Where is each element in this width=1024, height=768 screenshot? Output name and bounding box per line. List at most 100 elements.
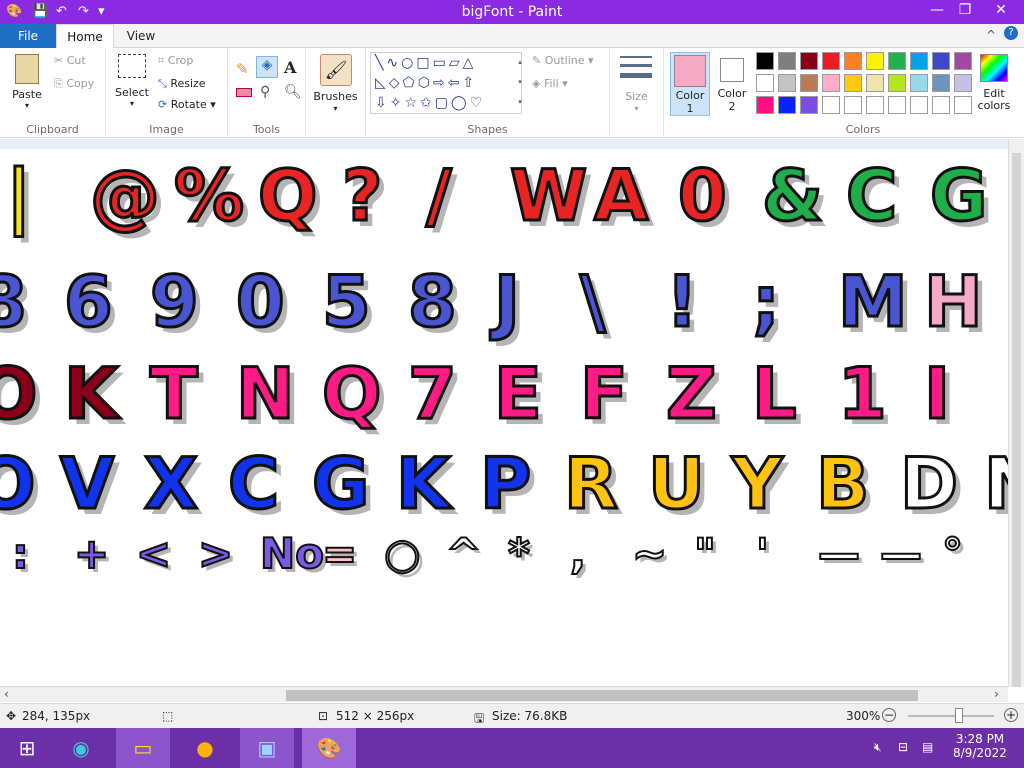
volume-muted-icon[interactable]: 🔇︎ <box>874 740 882 755</box>
palette-swatch[interactable] <box>954 74 972 92</box>
palette-swatch[interactable] <box>866 52 884 70</box>
size-label: Size <box>625 90 648 103</box>
palette-swatch[interactable] <box>778 96 796 114</box>
restore-button[interactable]: ❐ <box>950 0 980 20</box>
copy-button[interactable]: ⎘ Copy <box>54 77 94 91</box>
palette-swatch[interactable] <box>910 74 928 92</box>
palette-swatch[interactable] <box>800 74 818 92</box>
scroll-left-icon[interactable]: ‹ <box>4 687 9 701</box>
palette-swatch[interactable] <box>844 96 862 114</box>
font-glyph: I <box>922 353 951 435</box>
font-glyph: T <box>149 353 200 435</box>
rotate-icon: ⟳ <box>158 98 168 111</box>
zoom-slider-thumb[interactable] <box>955 708 963 723</box>
scroll-right-icon[interactable]: › <box>994 687 999 701</box>
cursor-position: 284, 135px <box>22 709 91 723</box>
cut-button[interactable]: ✂ Cut <box>54 54 86 67</box>
brushes-group[interactable]: 🖌 Brushes ▾ <box>306 48 366 138</box>
palette-swatch[interactable] <box>800 96 818 114</box>
palette-swatch[interactable] <box>778 52 796 70</box>
rotate-button[interactable]: ⟳ Rotate ▾ <box>158 98 216 111</box>
palette-swatch[interactable] <box>756 74 774 92</box>
tab-home[interactable]: Home <box>56 24 114 48</box>
paste-button[interactable]: Paste ▾ <box>8 54 46 114</box>
font-glyph: D <box>898 443 959 525</box>
palette-swatch[interactable] <box>844 52 862 70</box>
outline-button[interactable]: ✎ Outline ▾ <box>532 54 594 67</box>
palette-swatch[interactable] <box>844 74 862 92</box>
crop-button[interactable]: ⌗ Crop <box>158 54 193 68</box>
color-picker-icon[interactable]: ⚲ <box>260 84 270 100</box>
drawing-canvas[interactable]: |@%Q?/WA0&CG869058J\!;MH4UOKTNQ7EFZL1ISO… <box>0 149 1024 687</box>
palette-swatch[interactable] <box>756 52 774 70</box>
taskbar-paint[interactable]: 🎨 <box>302 728 356 768</box>
tab-file[interactable]: File <box>0 24 56 48</box>
text-tool-icon[interactable]: A <box>284 58 296 77</box>
clipboard-group-label: Clipboard <box>26 123 79 136</box>
palette-swatch[interactable] <box>822 96 840 114</box>
font-glyph: V <box>58 443 115 525</box>
select-button[interactable]: Select ▾ <box>114 54 150 114</box>
crop-label: Crop <box>167 54 194 67</box>
palette-swatch[interactable] <box>932 74 950 92</box>
palette-swatch[interactable] <box>822 74 840 92</box>
palette-swatch[interactable] <box>954 52 972 70</box>
palette-swatch[interactable] <box>888 74 906 92</box>
help-icon[interactable]: ? <box>1004 26 1018 40</box>
taskbar-control-panel[interactable]: ▣ <box>240 728 294 768</box>
palette-swatch[interactable] <box>910 52 928 70</box>
font-glyph: > <box>197 529 234 578</box>
file-size-icon: 🖫 <box>474 711 485 725</box>
edit-colors-button[interactable]: Edit colors <box>974 52 1014 116</box>
palette-swatch[interactable] <box>910 96 928 114</box>
pencil-icon[interactable]: ✎ <box>236 60 249 78</box>
vertical-scrollbar[interactable] <box>1008 139 1024 687</box>
palette-swatch[interactable] <box>954 96 972 114</box>
color1-button[interactable]: Color 1 <box>670 52 710 116</box>
size-group[interactable]: Size ▾ <box>610 48 664 138</box>
clock[interactable]: 3:28 PM 8/9/2022 <box>948 732 1012 760</box>
palette-swatch[interactable] <box>800 52 818 70</box>
shapes-scroll[interactable]: ▴ ▾ ▾ <box>516 52 524 114</box>
size-line-3 <box>620 73 652 78</box>
shapes-gallery[interactable]: ╲∿○□▭▱△ ◺◇⬠⬡⇨⇦⇧ ⇩✧☆✩▢◯♡ <box>370 52 522 114</box>
magnifier-icon[interactable]: 🔍︎ <box>284 84 302 100</box>
horizontal-scroll-thumb[interactable] <box>286 690 918 701</box>
taskbar-chrome-canary[interactable]: ● <box>178 728 232 768</box>
brush-icon: 🖌 <box>320 54 352 86</box>
resize-button[interactable]: ⤡ Resize <box>158 77 206 91</box>
close-button[interactable]: ✕ <box>978 0 1024 20</box>
font-glyph: * <box>507 529 531 578</box>
eraser-icon[interactable] <box>236 88 252 97</box>
palette-swatch[interactable] <box>888 96 906 114</box>
palette-swatch[interactable] <box>866 96 884 114</box>
action-center-icon[interactable]: ▤ <box>922 740 933 754</box>
color2-button[interactable]: Color 2 <box>712 52 752 116</box>
palette-swatch[interactable] <box>932 52 950 70</box>
fill-button[interactable]: ◈ Fill ▾ <box>532 77 568 90</box>
zoom-slider[interactable] <box>908 715 994 717</box>
horizontal-scrollbar[interactable]: ‹ › <box>0 686 1008 702</box>
font-glyph: B <box>814 443 870 525</box>
palette-swatch[interactable] <box>778 74 796 92</box>
font-glyph: ~ <box>631 529 668 578</box>
palette-swatch[interactable] <box>932 96 950 114</box>
tab-view[interactable]: View <box>116 24 166 48</box>
palette-swatch[interactable] <box>822 52 840 70</box>
zoom-out-icon[interactable]: − <box>882 708 896 722</box>
palette-swatch[interactable] <box>866 74 884 92</box>
fill-bucket-icon[interactable]: ◈ <box>256 56 278 78</box>
taskbar-edge[interactable]: ◉ <box>54 728 108 768</box>
minimize-ribbon-icon[interactable]: ^ <box>986 28 996 42</box>
start-button[interactable]: ⊞ <box>0 728 54 768</box>
size-line-2 <box>620 64 652 67</box>
palette-swatch[interactable] <box>888 52 906 70</box>
vertical-scroll-thumb[interactable] <box>1012 153 1021 687</box>
network-icon[interactable]: ⊟ <box>898 740 908 754</box>
palette-swatch[interactable] <box>756 96 774 114</box>
color1-number: 1 <box>686 102 694 115</box>
font-glyph: ° <box>941 529 964 578</box>
minimize-button[interactable]: — <box>922 0 952 20</box>
taskbar-file-explorer[interactable]: ▭ <box>116 728 170 768</box>
zoom-in-icon[interactable]: + <box>1004 708 1018 722</box>
